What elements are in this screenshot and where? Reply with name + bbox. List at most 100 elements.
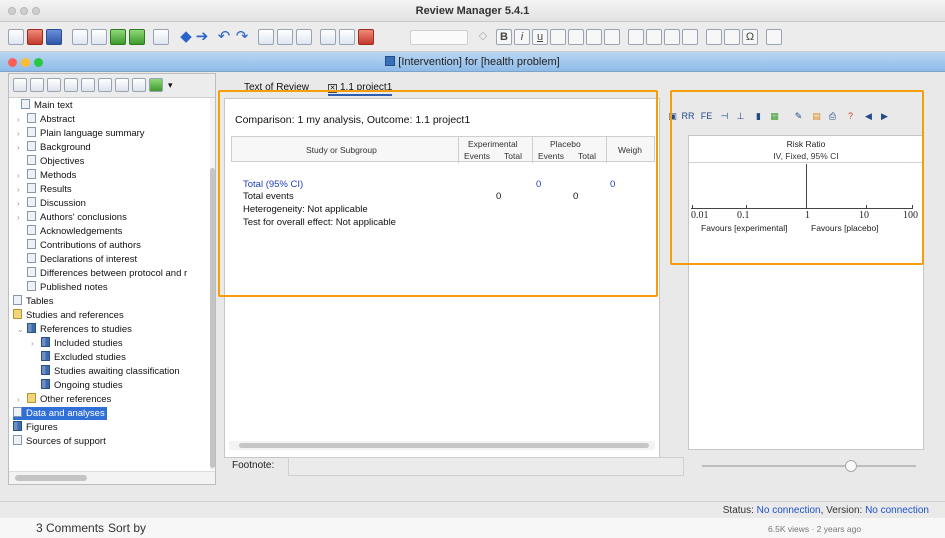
outline-move-icon[interactable] bbox=[81, 78, 95, 92]
tree-item-awaiting-studies[interactable]: Studies awaiting classification bbox=[41, 365, 180, 378]
paste-icon[interactable] bbox=[296, 29, 312, 45]
home-icon[interactable] bbox=[72, 29, 88, 45]
outline-more-icon[interactable]: ▾ bbox=[168, 78, 182, 92]
import-icon[interactable] bbox=[91, 29, 107, 45]
insert-image-icon[interactable] bbox=[706, 29, 722, 45]
clear-format-icon[interactable] bbox=[604, 29, 620, 45]
outline-down-icon[interactable] bbox=[115, 78, 129, 92]
column-study[interactable]: Study or Subgroup bbox=[306, 145, 377, 155]
edit-icon[interactable]: ✎ bbox=[792, 110, 805, 123]
outline-vertical-scrollbar[interactable] bbox=[210, 98, 215, 470]
add-icon[interactable] bbox=[129, 29, 145, 45]
tree-item-contributions[interactable]: Contributions of authors bbox=[27, 239, 141, 252]
tree-item-other-references[interactable]: › Other references bbox=[17, 393, 111, 406]
tree-item-main-text[interactable]: Main text bbox=[21, 99, 73, 112]
print-icon[interactable] bbox=[153, 29, 169, 45]
spell-check-alt-icon[interactable] bbox=[339, 29, 355, 45]
tree-item-published-notes[interactable]: Published notes bbox=[27, 281, 108, 294]
scrollbar-thumb[interactable] bbox=[210, 168, 215, 468]
tree-item-results[interactable]: › Results bbox=[17, 183, 72, 196]
outdent-icon[interactable] bbox=[664, 29, 680, 45]
tree-item-ongoing-studies[interactable]: Ongoing studies bbox=[41, 379, 123, 392]
insert-chart-icon[interactable] bbox=[724, 29, 740, 45]
tree-item-objectives[interactable]: Objectives bbox=[27, 155, 84, 168]
sort-by-button[interactable]: Sort by bbox=[108, 521, 146, 535]
effect-measure-rr-button[interactable]: RR bbox=[680, 110, 696, 123]
find-icon[interactable] bbox=[358, 29, 374, 45]
help-icon[interactable]: ? bbox=[844, 110, 857, 123]
zoom-slider-track[interactable] bbox=[702, 465, 916, 467]
highlight-icon[interactable] bbox=[586, 29, 602, 45]
forest-plot-icon[interactable]: ⊥ bbox=[734, 110, 747, 123]
funnel-plot-icon[interactable]: ▦ bbox=[768, 110, 781, 123]
column-exp-total[interactable]: Total bbox=[504, 151, 522, 161]
outline-forest-icon[interactable] bbox=[149, 78, 163, 92]
tree-item-background[interactable]: › Background bbox=[17, 141, 91, 154]
export-icon[interactable] bbox=[110, 29, 126, 45]
table-icon[interactable] bbox=[766, 29, 782, 45]
tree-item-excluded-studies[interactable]: Excluded studies bbox=[41, 351, 126, 364]
analysis-model-fe-button[interactable]: FE bbox=[700, 110, 713, 123]
add-study-icon[interactable]: ▣ bbox=[666, 110, 679, 123]
underline-icon[interactable]: u bbox=[532, 29, 548, 45]
bold-icon[interactable]: B bbox=[496, 29, 512, 45]
tab-text-of-review[interactable]: Text of Review bbox=[244, 80, 309, 96]
undo-icon[interactable]: ↶ bbox=[216, 29, 232, 45]
subscript-icon[interactable] bbox=[568, 29, 584, 45]
tree-item-declarations[interactable]: Declarations of interest bbox=[27, 253, 137, 266]
scrollbar-thumb[interactable] bbox=[239, 443, 649, 448]
tree-item-figures[interactable]: Figures bbox=[13, 421, 58, 434]
outline-new-icon[interactable] bbox=[13, 78, 27, 92]
font-selector[interactable] bbox=[410, 30, 468, 45]
export-data-icon[interactable]: ▤ bbox=[810, 110, 823, 123]
column-exp-events[interactable]: Events bbox=[464, 151, 490, 161]
tree-item-conclusions[interactable]: › Authors' conclusions bbox=[17, 211, 127, 224]
spell-check-icon[interactable] bbox=[320, 29, 336, 45]
outline-add-icon[interactable] bbox=[64, 78, 78, 92]
analysis-horizontal-scrollbar[interactable] bbox=[229, 441, 655, 450]
column-experimental[interactable]: Experimental bbox=[468, 139, 518, 149]
previous-icon[interactable]: ◀ bbox=[862, 110, 875, 123]
column-weight[interactable]: Weigh bbox=[618, 145, 642, 155]
tree-item-acknowledgements[interactable]: Acknowledgements bbox=[27, 225, 122, 238]
tree-item-sources-of-support[interactable]: Sources of support bbox=[13, 435, 106, 448]
tree-item-data-and-analyses[interactable]: Data and analyses bbox=[13, 407, 107, 420]
tree-item-tables[interactable]: Tables bbox=[13, 295, 53, 308]
open-folder-icon[interactable] bbox=[27, 29, 43, 45]
tree-item-references-to-studies[interactable]: ⌄ References to studies bbox=[17, 323, 132, 336]
tree-item-discussion[interactable]: › Discussion bbox=[17, 197, 86, 210]
italic-icon[interactable]: i bbox=[514, 29, 530, 45]
outline-horizontal-scrollbar[interactable] bbox=[9, 471, 215, 484]
tree-item-methods[interactable]: › Methods bbox=[17, 169, 76, 182]
close-tab-icon[interactable]: ✕ bbox=[328, 84, 337, 93]
tree-item-abstract[interactable]: › Abstract bbox=[17, 113, 75, 126]
tree-item-plain-language[interactable]: › Plain language summary bbox=[17, 127, 145, 140]
print-icon[interactable]: ⎙ bbox=[826, 110, 839, 123]
outline-edit-icon[interactable] bbox=[132, 78, 146, 92]
new-doc-icon[interactable] bbox=[8, 29, 24, 45]
save-icon[interactable] bbox=[46, 29, 62, 45]
tree-item-included-studies[interactable]: › Included studies bbox=[31, 337, 123, 350]
tree-item-differences[interactable]: Differences between protocol and r bbox=[27, 267, 187, 280]
superscript-icon[interactable] bbox=[550, 29, 566, 45]
tab-project1[interactable]: ✕ 1.1 project1 bbox=[328, 80, 393, 96]
scrollbar-thumb[interactable] bbox=[15, 475, 87, 481]
numbered-list-icon[interactable] bbox=[646, 29, 662, 45]
tree-item-studies-references[interactable]: Studies and references bbox=[13, 309, 124, 322]
properties-icon[interactable]: ⊣ bbox=[718, 110, 731, 123]
column-placebo[interactable]: Placebo bbox=[550, 139, 581, 149]
stepper-icon[interactable]: ◇ bbox=[475, 29, 491, 45]
zoom-slider-thumb[interactable] bbox=[845, 460, 857, 472]
outline-preview-icon[interactable] bbox=[47, 78, 61, 92]
next-icon[interactable]: ▶ bbox=[878, 110, 891, 123]
column-pla-events[interactable]: Events bbox=[538, 151, 564, 161]
back-arrow-icon[interactable]: ◆ bbox=[178, 29, 194, 45]
column-pla-total[interactable]: Total bbox=[578, 151, 596, 161]
bullet-list-icon[interactable] bbox=[628, 29, 644, 45]
copy-icon[interactable] bbox=[277, 29, 293, 45]
forward-arrow-icon[interactable]: ➔ bbox=[194, 29, 210, 45]
indent-icon[interactable] bbox=[682, 29, 698, 45]
cut-icon[interactable] bbox=[258, 29, 274, 45]
redo-icon[interactable]: ↷ bbox=[234, 29, 250, 45]
outline-up-icon[interactable] bbox=[98, 78, 112, 92]
